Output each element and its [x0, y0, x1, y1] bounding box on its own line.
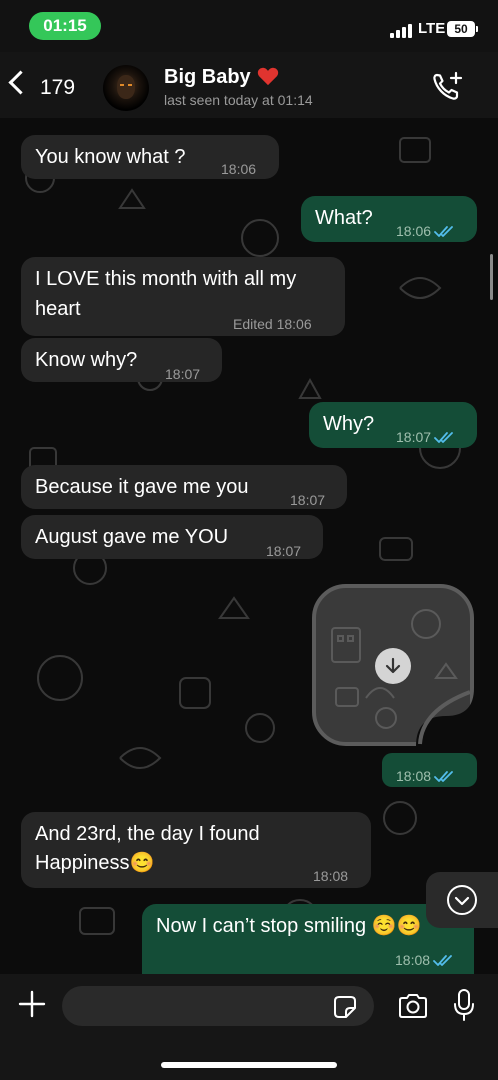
chevron-down-icon	[447, 885, 477, 915]
message-text: Because it gave me you	[35, 476, 249, 498]
battery-tip	[476, 26, 478, 32]
call-add-icon[interactable]	[430, 70, 464, 104]
sticker-timestamp-bubble: 18:08	[382, 753, 477, 787]
message-text: Know why?	[35, 349, 138, 371]
contact-name[interactable]: Big Baby	[164, 66, 251, 89]
message-time: 18:08	[313, 868, 349, 884]
message-time: 18:07	[396, 429, 432, 445]
read-ticks-icon	[434, 771, 453, 783]
scrollbar[interactable]	[490, 254, 493, 300]
message-outgoing[interactable]: Now I can’t stop smiling ☺️😊 18:08	[142, 904, 474, 974]
download-icon	[385, 657, 401, 674]
download-button[interactable]	[375, 648, 411, 684]
read-ticks-icon	[433, 955, 452, 967]
status-time: 01:15	[29, 12, 101, 40]
message-time: 18:06	[396, 223, 432, 239]
mic-icon[interactable]	[452, 988, 476, 1022]
back-button-count[interactable]: 179	[40, 76, 75, 100]
message-time: 18:07	[290, 492, 326, 508]
message-time: 18:07	[266, 543, 302, 559]
message-edited-label: Edited	[233, 316, 273, 332]
home-indicator	[161, 1062, 337, 1068]
plus-icon[interactable]	[18, 990, 46, 1018]
message-text: August gave me YOU	[35, 526, 229, 548]
message-incoming[interactable]: Because it gave me you 18:07	[21, 465, 347, 509]
message-text-line: And 23rd, the day I found	[35, 823, 260, 845]
message-incoming[interactable]: August gave me YOU 18:07	[21, 515, 323, 559]
camera-icon[interactable]	[397, 992, 429, 1020]
message-incoming[interactable]: Know why? 18:07	[21, 338, 222, 382]
message-text-line: heart	[35, 298, 81, 320]
input-bar	[0, 974, 498, 1080]
heart-icon	[257, 67, 279, 86]
message-time: 18:06	[221, 161, 257, 177]
avatar-face	[117, 75, 135, 99]
avatar-eye-left	[120, 84, 124, 86]
signal-icon	[390, 22, 414, 38]
sticker-page-curl	[416, 688, 474, 746]
sticker-icon[interactable]	[333, 995, 357, 1019]
message-outgoing[interactable]: What? 18:06	[301, 196, 477, 242]
read-ticks-icon	[434, 226, 453, 238]
message-time: 18:08	[396, 768, 432, 784]
avatar[interactable]	[103, 65, 149, 111]
message-time: 18:07	[165, 366, 201, 382]
status-bar: 01:15 LTE 50	[0, 0, 498, 52]
network-type: LTE	[418, 20, 446, 37]
message-incoming[interactable]: I LOVE this month with all my heart Edit…	[21, 257, 345, 336]
scroll-to-bottom-button[interactable]	[426, 872, 498, 928]
message-text-line: Happiness😊	[35, 852, 155, 874]
message-text: Why?	[323, 413, 375, 435]
last-seen-status: last seen today at 01:14	[164, 92, 313, 108]
message-text: You know what ?	[35, 146, 186, 168]
battery-icon: 50	[447, 21, 475, 37]
back-chevron-icon[interactable]	[8, 70, 33, 95]
message-incoming[interactable]: You know what ? 18:06	[21, 135, 279, 179]
message-time: 18:08	[395, 952, 431, 968]
message-time: 18:06	[276, 316, 312, 332]
message-input[interactable]	[62, 986, 374, 1026]
message-incoming[interactable]: And 23rd, the day I found Happiness😊 18:…	[21, 812, 371, 888]
message-text-line: I LOVE this month with all my	[35, 268, 297, 290]
avatar-eye-right	[128, 84, 132, 86]
chat-header: 179 Big Baby last seen today at 01:14	[0, 52, 498, 118]
chat-area[interactable]: You know what ? 18:06 What? 18:06 I LOVE…	[0, 118, 498, 974]
message-outgoing[interactable]: Why? 18:07	[309, 402, 477, 448]
read-ticks-icon	[434, 432, 453, 444]
message-text: What?	[315, 207, 373, 229]
message-text: Now I can’t stop smiling ☺️😊	[156, 915, 422, 937]
